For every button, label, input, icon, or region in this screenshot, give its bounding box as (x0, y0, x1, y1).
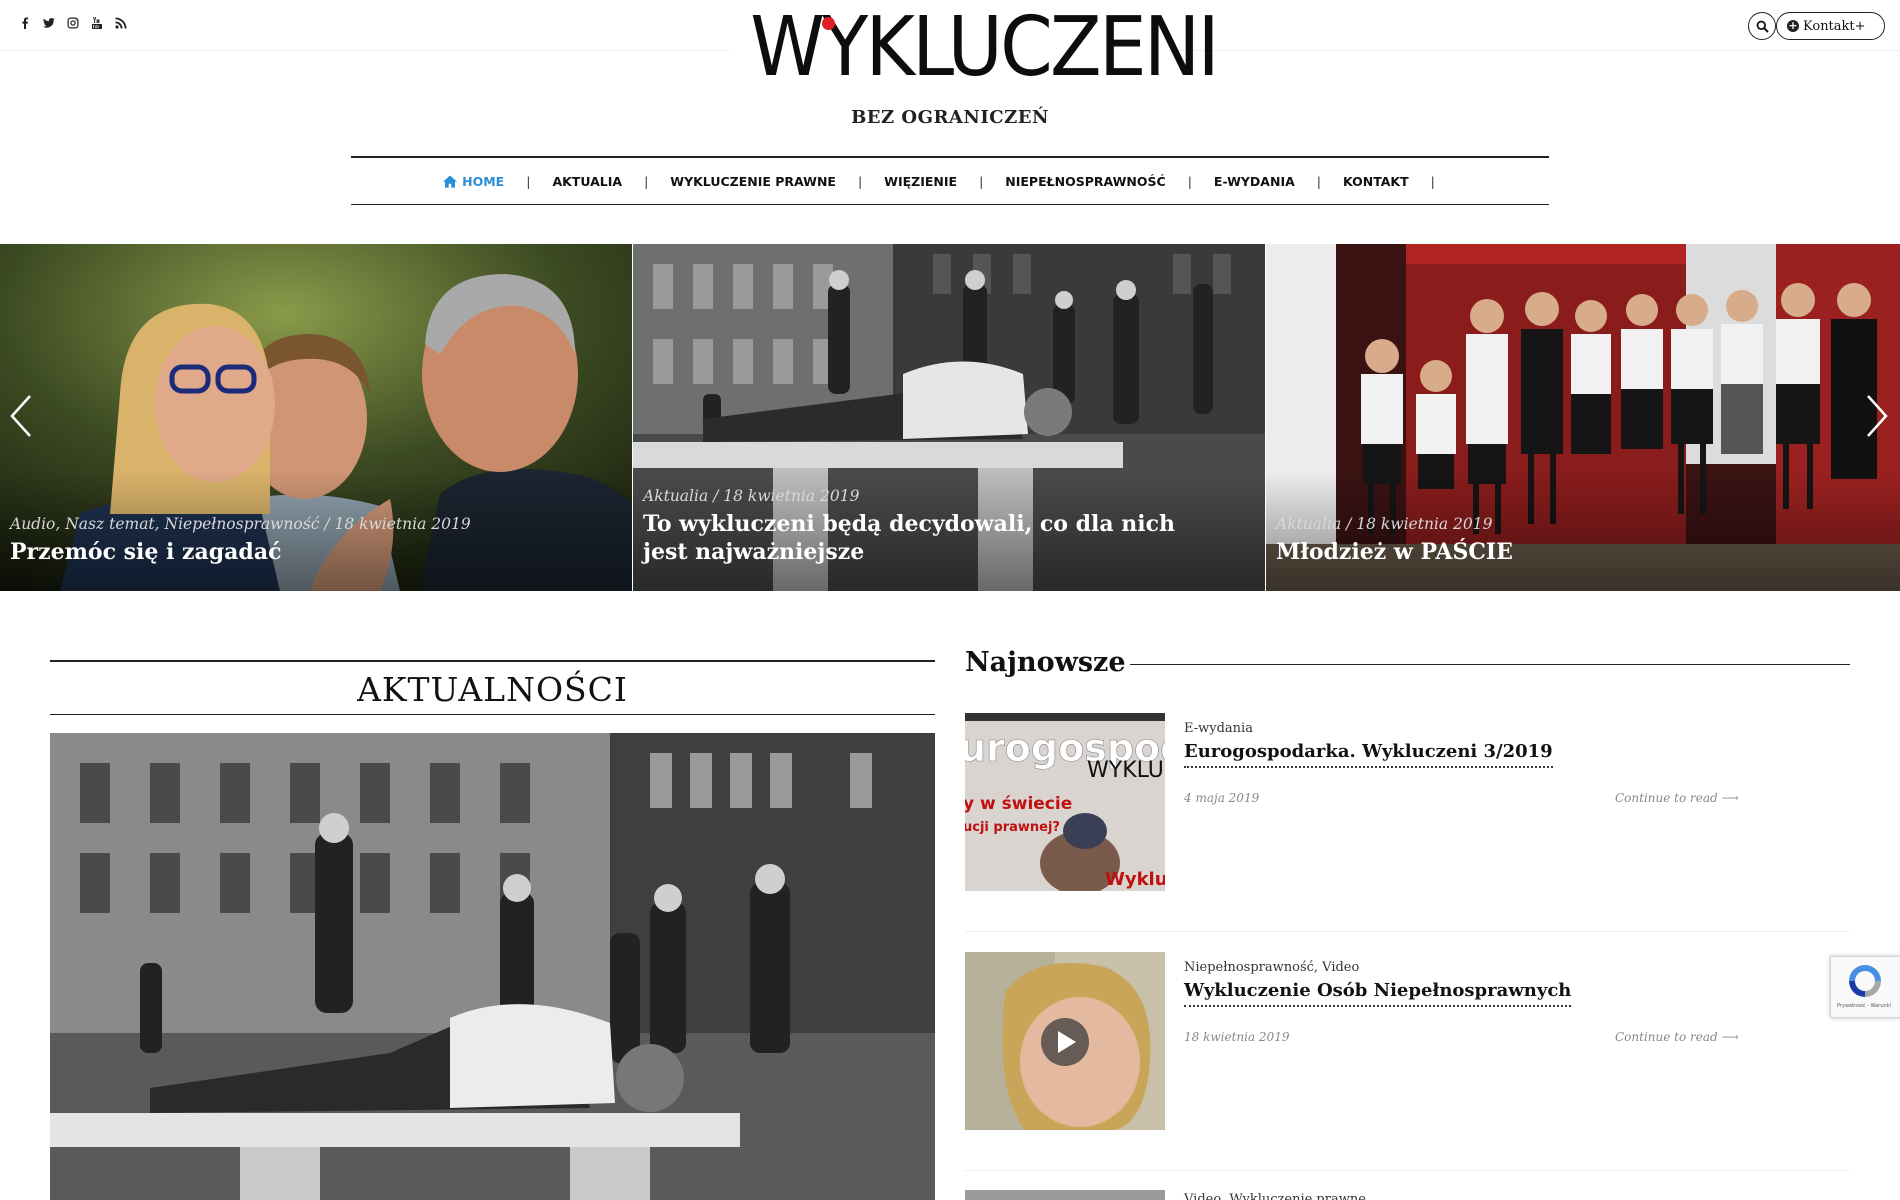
continue-reading-link[interactable]: Continue to read ⟶ (1615, 791, 1739, 805)
search-button[interactable] (1748, 12, 1776, 40)
post-date: 18 kwietnia 2019 (1184, 1030, 1290, 1044)
post-category[interactable]: Video, Wykluczenie prawne (1184, 1192, 1366, 1200)
facebook-icon[interactable] (18, 16, 32, 30)
post-thumbnail[interactable] (965, 952, 1165, 1130)
svg-text:Wyklu: Wyklu (1105, 869, 1165, 890)
svg-text:ucji prawnej?: ucji prawnej? (965, 820, 1060, 835)
nav-item-niepelnosprawnosc[interactable]: NIEPEŁNOSPRAWNOŚĆ | (1005, 174, 1214, 189)
social-links (18, 16, 128, 30)
site-tagline: BEZ OGRANICZEŃ (851, 107, 1049, 128)
slide[interactable]: Aktualia / 18 kwietnia 2019 To wykluczen… (633, 244, 1265, 591)
heading-divider (1130, 664, 1850, 665)
recaptcha-badge[interactable]: Prywatność - Warunki (1830, 956, 1900, 1018)
site-logo[interactable]: WYKLUCZENI (730, 6, 1220, 90)
post-divider (965, 931, 1850, 932)
post-category[interactable]: E-wydania (1184, 721, 1253, 736)
home-icon (443, 175, 458, 188)
slide-meta: Aktualia / 18 kwietnia 2019 (643, 487, 860, 505)
rss-icon[interactable] (114, 16, 128, 30)
slider-next-button[interactable] (1866, 394, 1888, 438)
section-heading-aktualnosci: AKTUALNOŚCI (50, 660, 935, 715)
nav-item-e-wydania[interactable]: E-WYDANIA | (1214, 174, 1343, 189)
nav-item-wykluczenie-prawne[interactable]: WYKLUCZENIE PRAWNE | (670, 174, 884, 189)
list-item: urogospoda WYKLU y w świecie ucji prawne… (965, 713, 1850, 891)
slide-title[interactable]: Młodzież w PAŚCIE (1276, 538, 1836, 566)
recaptcha-label: Prywatność - Warunki (1837, 1003, 1891, 1009)
svg-text:y w świecie: y w świecie (965, 794, 1072, 814)
nav-item-wiezienie[interactable]: WIĘZIENIE | (884, 174, 1005, 189)
post-title[interactable]: Eurogospodarka. Wykluczeni 3/2019 (1184, 741, 1553, 768)
chevron-left-icon (10, 395, 31, 437)
post-date: 4 maja 2019 (1184, 791, 1260, 805)
slide-meta: Aktualia / 18 kwietnia 2019 (1276, 515, 1493, 533)
nav-item-kontakt[interactable]: KONTAKT | (1343, 174, 1457, 189)
contact-button[interactable]: + Kontakt+ (1776, 12, 1885, 40)
slide[interactable]: Aktualia / 18 kwietnia 2019 Młodzież w P… (1266, 244, 1900, 591)
logo-dot-icon (822, 17, 835, 30)
list-item: Niepełnosprawność, Video Wykluczenie Osó… (965, 952, 1850, 1130)
slide-meta: Audio, Nasz temat, Niepełnosprawność / 1… (10, 515, 471, 533)
list-item: Video, Wykluczenie prawne (965, 1190, 1850, 1200)
continue-reading-link[interactable]: Continue to read ⟶ (1615, 1030, 1739, 1044)
nav-item-aktualia[interactable]: AKTUALIA | (552, 174, 670, 189)
featured-article-image[interactable] (50, 733, 935, 1200)
nav-item-home[interactable]: HOME | (443, 174, 552, 189)
contact-label: Kontakt+ (1803, 18, 1866, 34)
search-icon (1756, 20, 1769, 33)
featured-slider: Audio, Nasz temat, Niepełnosprawność / 1… (0, 244, 1900, 591)
chevron-right-icon (1867, 395, 1888, 437)
instagram-icon[interactable] (66, 16, 80, 30)
post-thumbnail[interactable]: urogospoda WYKLU y w świecie ucji prawne… (965, 713, 1165, 891)
recaptcha-icon (1849, 965, 1881, 997)
slide[interactable]: Audio, Nasz temat, Niepełnosprawność / 1… (0, 244, 632, 591)
post-title[interactable]: Wykluczenie Osób Niepełnosprawnych (1184, 980, 1572, 1007)
twitter-icon[interactable] (42, 16, 56, 30)
slider-prev-button[interactable] (10, 394, 32, 438)
post-thumbnail[interactable] (965, 1190, 1165, 1200)
slide-title[interactable]: Przemóc się i zagadać (10, 538, 570, 566)
main-nav: HOME | AKTUALIA | WYKLUCZENIE PRAWNE | W… (351, 156, 1549, 205)
logo-text: WYKLUCZENI (750, 0, 1220, 95)
plus-circle-icon: + (1787, 19, 1799, 32)
section-heading-najnowsze: Najnowsze (965, 647, 1126, 678)
post-divider (965, 1170, 1850, 1171)
post-category[interactable]: Niepełnosprawność, Video (1184, 960, 1359, 975)
youtube-icon[interactable] (90, 16, 104, 30)
slide-title[interactable]: To wykluczeni będą decydowali, co dla ni… (643, 510, 1203, 566)
svg-text:WYKLU: WYKLU (1087, 758, 1164, 783)
